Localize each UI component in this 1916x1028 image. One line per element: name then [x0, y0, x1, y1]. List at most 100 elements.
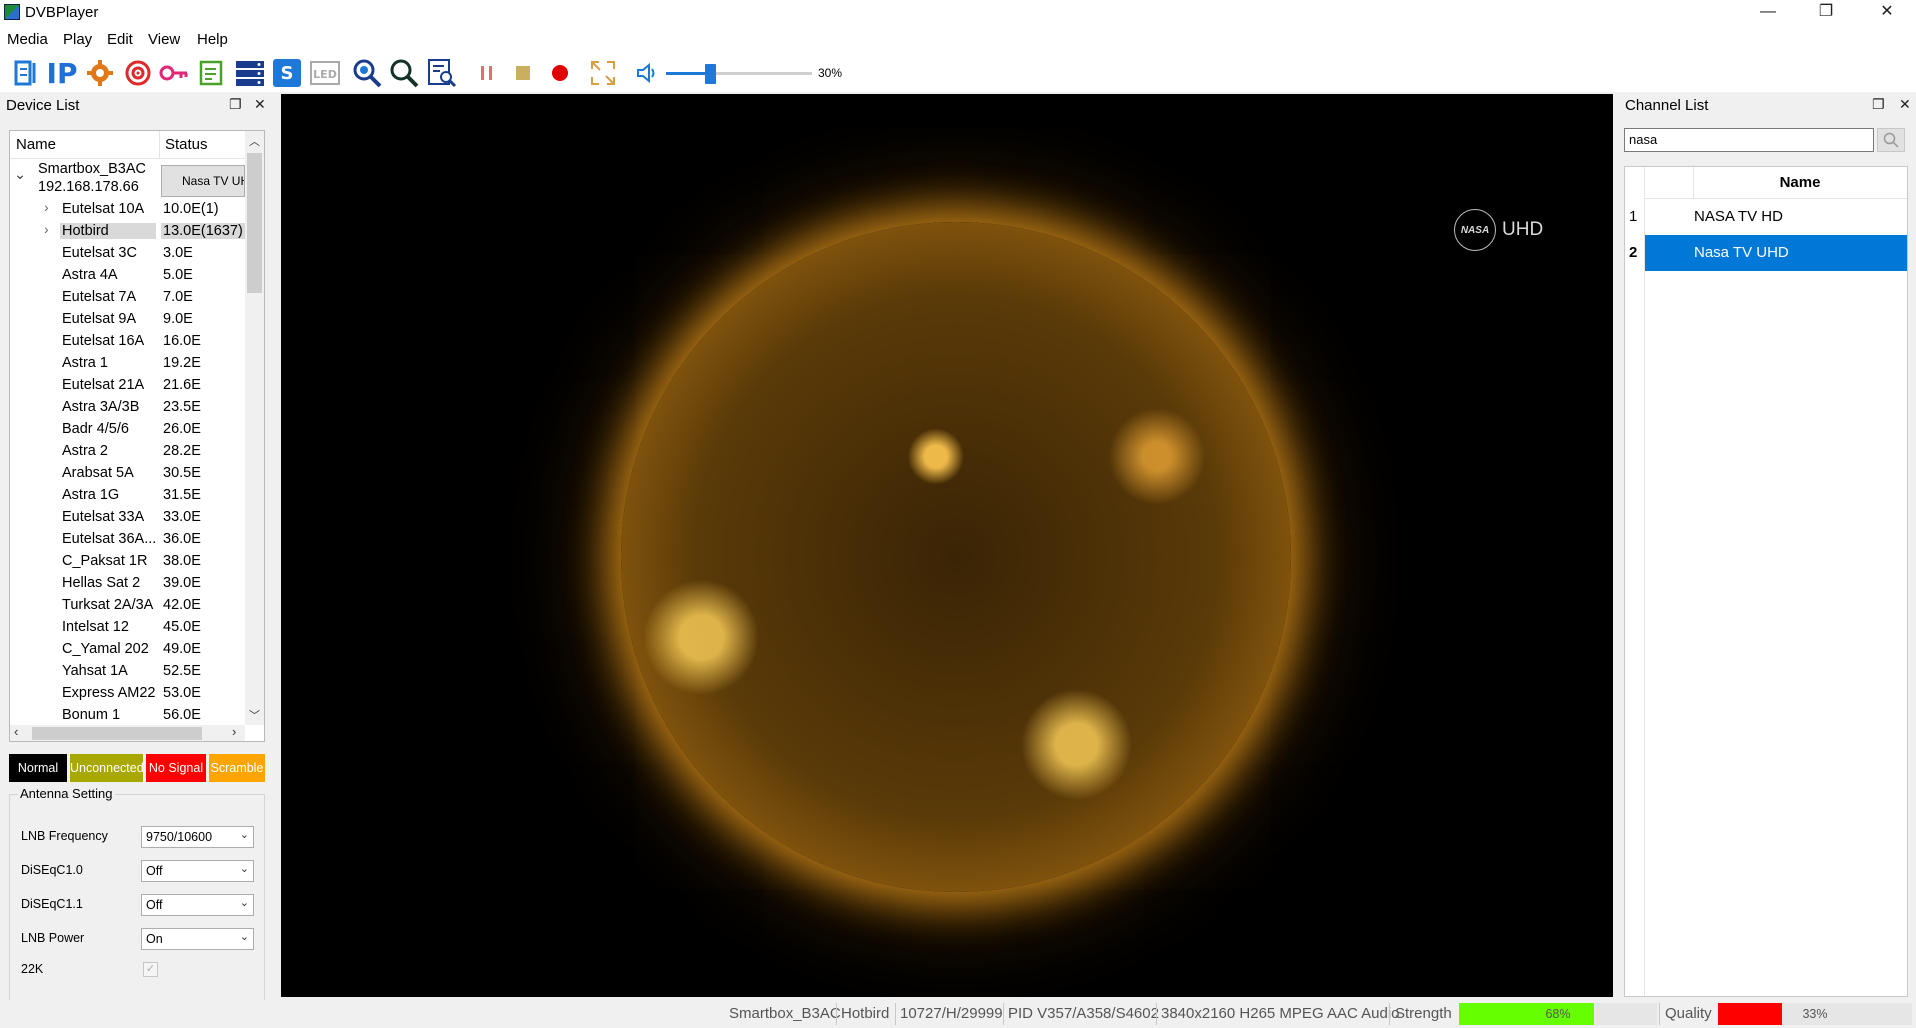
- chevron-right-icon[interactable]: ›: [44, 199, 49, 215]
- scroll-down-icon[interactable]: ﹀: [249, 707, 260, 723]
- record-icon[interactable]: [545, 58, 575, 88]
- device-status-button[interactable]: Nasa TV UHD: [161, 165, 245, 197]
- menu-help[interactable]: Help: [197, 31, 228, 48]
- status-separator: [1659, 1003, 1660, 1025]
- pause-icon[interactable]: [472, 58, 502, 88]
- satellite-row[interactable]: Eutelsat 33A 33.0E: [10, 507, 245, 529]
- channel-row-selected[interactable]: 2 Nasa TV UHD: [1625, 235, 1907, 271]
- close-panel-icon[interactable]: ✕: [1899, 96, 1911, 113]
- diseqc11-select[interactable]: Off ⌄: [141, 894, 254, 916]
- satellite-row[interactable]: Astra 3A/3B 23.5E: [10, 397, 245, 419]
- satellite-name: Eutelsat 36A...: [62, 531, 157, 547]
- satellite-row[interactable]: Express AM22 53.0E: [10, 683, 245, 705]
- antenna-settings-group: Antenna Setting LNB Frequency 9750/10600…: [9, 786, 265, 1024]
- scroll-left-icon[interactable]: ‹: [14, 724, 18, 739]
- satellite-row[interactable]: Eutelsat 16A 16.0E: [10, 331, 245, 353]
- video-player[interactable]: NASA UHD: [281, 94, 1613, 997]
- channel-row[interactable]: 1 NASA TV HD: [1625, 199, 1907, 235]
- satellite-row[interactable]: Yahsat 1A 52.5E: [10, 661, 245, 683]
- device-node[interactable]: ⌄ Smartbox_B3AC 192.168.178.66 Nasa TV U…: [10, 159, 245, 199]
- satellite-row[interactable]: Eutelsat 21A 21.6E: [10, 375, 245, 397]
- column-status[interactable]: Status: [165, 136, 208, 153]
- float-panel-icon[interactable]: ❐: [1872, 96, 1885, 113]
- channel-index: 2: [1629, 244, 1638, 261]
- chevron-down-icon[interactable]: ⌄: [14, 167, 26, 183]
- 22k-checkbox[interactable]: ✓: [143, 962, 158, 977]
- search-button[interactable]: [1877, 128, 1905, 152]
- minimize-button[interactable]: —: [1739, 0, 1797, 26]
- close-button[interactable]: ✕: [1858, 0, 1916, 26]
- search-list-icon[interactable]: [427, 58, 457, 88]
- lnb-frequency-select[interactable]: 9750/10600 ⌄: [141, 826, 254, 848]
- satellite-status: 13.0E(1637): [161, 223, 245, 239]
- satellite-status: 21.6E: [163, 377, 201, 393]
- satellite-row[interactable]: C_Paksat 1R 38.0E: [10, 551, 245, 573]
- horizontal-scroll-thumb[interactable]: [32, 727, 202, 740]
- svg-text:S: S: [281, 63, 294, 84]
- scan-icon[interactable]: [12, 58, 42, 88]
- menu-edit[interactable]: Edit: [107, 31, 133, 48]
- server-icon[interactable]: [235, 58, 265, 88]
- satellite-row[interactable]: Bonum 1 56.0E: [10, 705, 245, 727]
- satellite-row[interactable]: Astra 4A 5.0E: [10, 265, 245, 287]
- legend-normal: Normal: [9, 754, 67, 782]
- search-icon[interactable]: [389, 58, 419, 88]
- stop-icon[interactable]: [508, 58, 538, 88]
- cam-icon[interactable]: S: [272, 58, 302, 88]
- edit-list-icon[interactable]: [197, 58, 227, 88]
- satellite-row[interactable]: › Hotbird 13.0E(1637): [10, 221, 245, 243]
- satellite-name: Bonum 1: [62, 707, 121, 723]
- speaker-icon[interactable]: [632, 58, 662, 88]
- satellite-row[interactable]: C_Yamal 202 49.0E: [10, 639, 245, 661]
- menu-media[interactable]: Media: [7, 31, 48, 48]
- status-separator: [1389, 1003, 1390, 1025]
- chevron-right-icon[interactable]: ›: [44, 221, 49, 237]
- satellite-row[interactable]: Arabsat 5A 30.5E: [10, 463, 245, 485]
- satellite-row[interactable]: Turksat 2A/3A 42.0E: [10, 595, 245, 617]
- column-separator[interactable]: [159, 131, 160, 159]
- channel-search-input[interactable]: nasa: [1624, 128, 1874, 152]
- key-icon[interactable]: [159, 58, 189, 88]
- menu-play[interactable]: Play: [63, 31, 92, 48]
- legend-scramble: Scramble: [209, 754, 265, 782]
- satellite-row[interactable]: › Eutelsat 10A 10.0E(1): [10, 199, 245, 221]
- tree-header: Name Status: [10, 131, 245, 159]
- ip-icon[interactable]: IP: [47, 57, 78, 90]
- satellite-name: Astra 3A/3B: [62, 399, 140, 415]
- satellite-row[interactable]: Eutelsat 7A 7.0E: [10, 287, 245, 309]
- volume-slider[interactable]: [666, 64, 812, 84]
- satellite-row[interactable]: Astra 1G 31.5E: [10, 485, 245, 507]
- column-name[interactable]: Name: [1693, 174, 1907, 191]
- led-icon[interactable]: LED: [310, 58, 340, 88]
- scroll-right-icon[interactable]: ›: [232, 724, 236, 739]
- channel-table-header: Name: [1645, 167, 1907, 199]
- satellite-row[interactable]: Badr 4/5/6 26.0E: [10, 419, 245, 441]
- status-device: Smartbox_B3AC: [729, 1005, 841, 1022]
- satellite-status: 3.0E: [163, 245, 193, 261]
- satellite-row[interactable]: Eutelsat 9A 9.0E: [10, 309, 245, 331]
- satellite-row[interactable]: Astra 2 28.2E: [10, 441, 245, 463]
- column-name[interactable]: Name: [16, 136, 56, 153]
- satellite-row[interactable]: Intelsat 12 45.0E: [10, 617, 245, 639]
- scroll-up-icon[interactable]: ︿: [249, 133, 260, 149]
- satellite-row[interactable]: Astra 1 19.2E: [10, 353, 245, 375]
- vertical-scroll-thumb[interactable]: [247, 153, 262, 293]
- satellite-row[interactable]: Eutelsat 3C 3.0E: [10, 243, 245, 265]
- lnb-power-select[interactable]: On ⌄: [141, 928, 254, 950]
- target-icon[interactable]: [123, 58, 153, 88]
- zoom-scan-icon[interactable]: [352, 58, 382, 88]
- volume-thumb[interactable]: [704, 64, 716, 84]
- svg-text:LED: LED: [313, 68, 337, 81]
- vertical-scrollbar[interactable]: ︿ ﹀: [245, 131, 264, 725]
- float-panel-icon[interactable]: ❐: [229, 96, 242, 113]
- satellite-row[interactable]: Eutelsat 36A... 36.0E: [10, 529, 245, 551]
- close-panel-icon[interactable]: ✕: [254, 96, 266, 113]
- horizontal-scrollbar[interactable]: ‹ ›: [10, 724, 245, 741]
- fullscreen-icon[interactable]: [588, 58, 618, 88]
- 22k-label: 22K: [21, 962, 44, 976]
- satellite-row[interactable]: Hellas Sat 2 39.0E: [10, 573, 245, 595]
- maximize-button[interactable]: ❐: [1797, 0, 1855, 26]
- settings-gear-icon[interactable]: [85, 58, 115, 88]
- diseqc10-select[interactable]: Off ⌄: [141, 860, 254, 882]
- menu-view[interactable]: View: [148, 31, 180, 48]
